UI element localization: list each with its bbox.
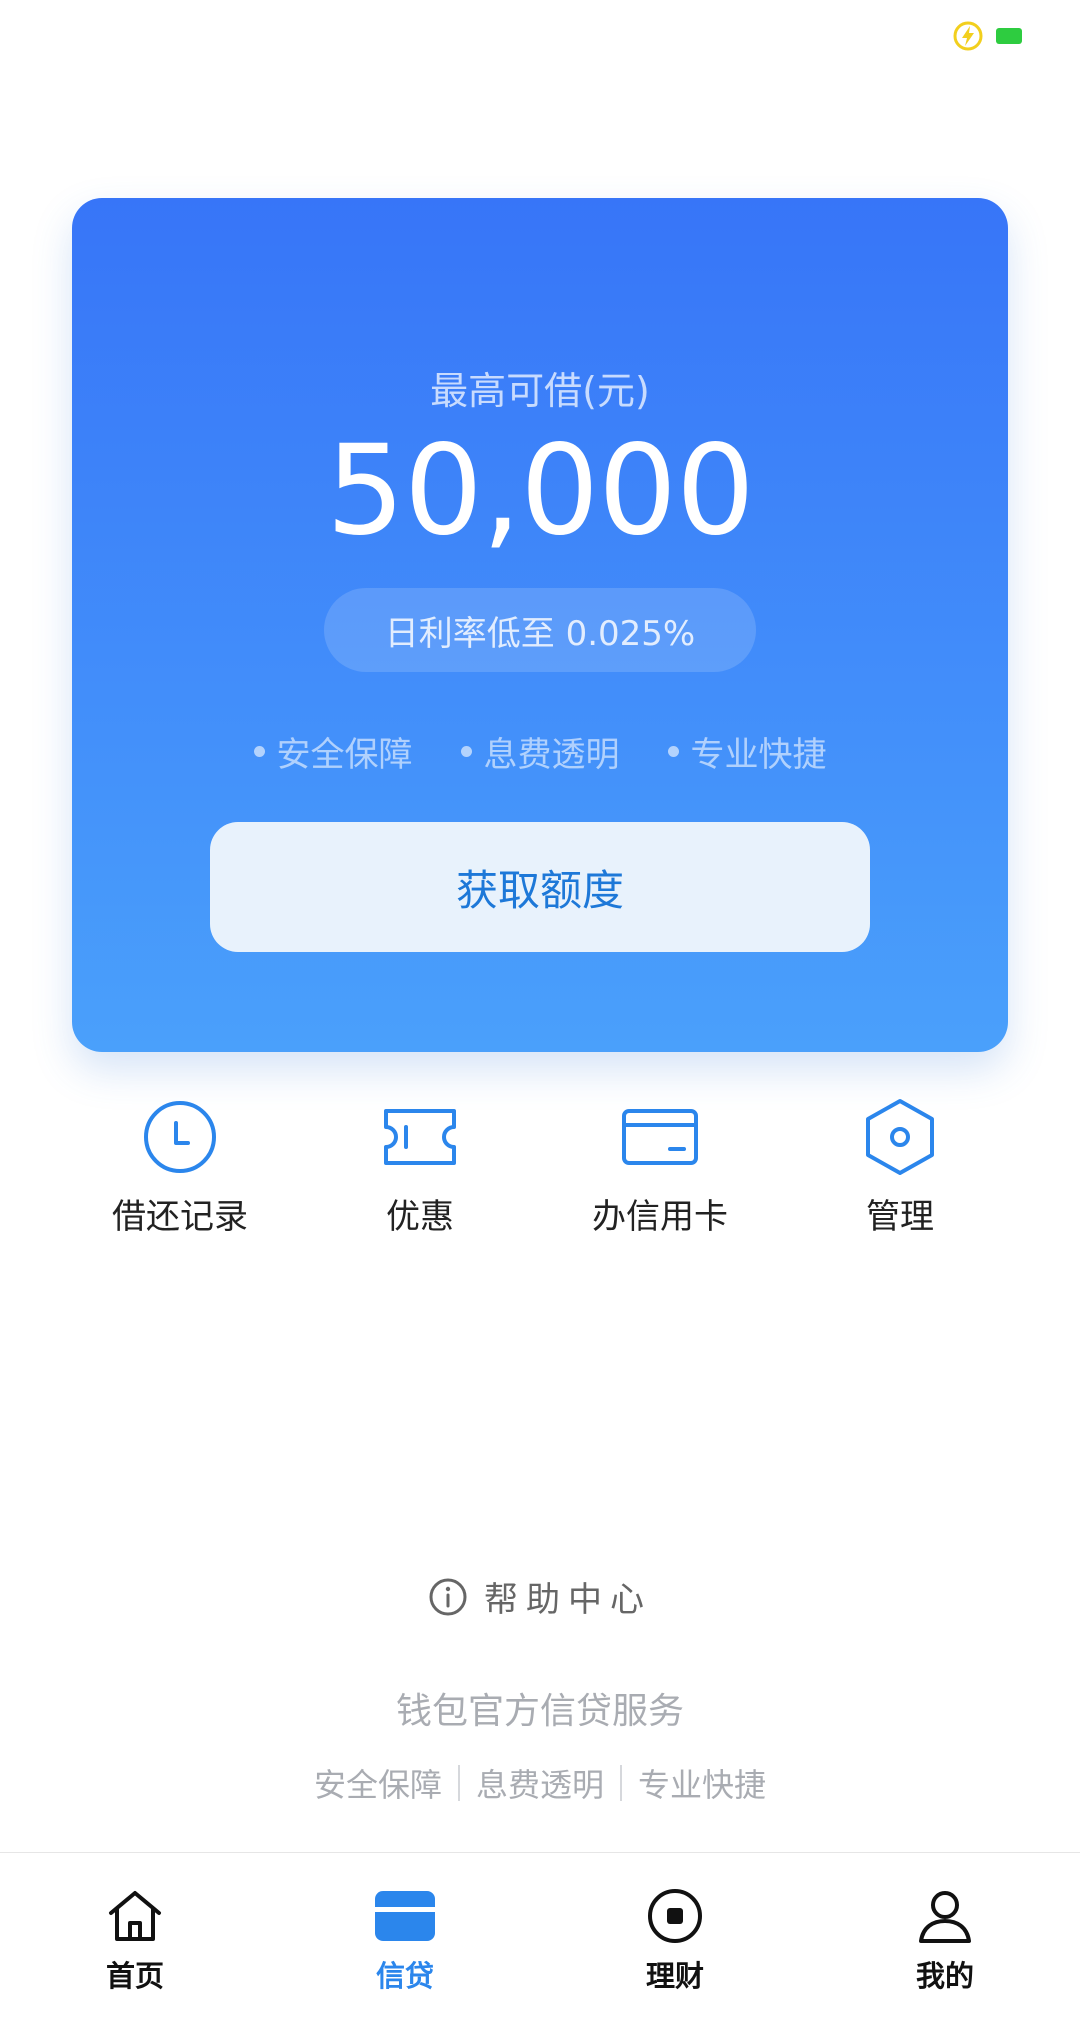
bullet-dot	[253, 745, 265, 757]
action-label: 办信用卡	[592, 1197, 728, 1237]
charging-icon	[953, 21, 983, 51]
footer-tags: 安全保障 息费透明 专业快捷	[0, 1760, 1080, 1806]
feature-item: 专业快捷	[667, 726, 827, 776]
user-icon	[919, 1891, 971, 1943]
feature-item: 息费透明	[460, 726, 620, 776]
footer-tag: 息费透明	[475, 1766, 604, 1804]
card-icon	[375, 1891, 435, 1941]
action-coupons[interactable]: 优惠	[300, 1095, 540, 1245]
coupon-icon	[384, 1109, 456, 1165]
bullet-dot	[667, 745, 679, 757]
tag-divider	[620, 1765, 622, 1801]
action-label: 优惠	[386, 1197, 454, 1237]
action-label: 借还记录	[112, 1197, 248, 1237]
battery-icon	[996, 28, 1022, 44]
tab-credit[interactable]: 信贷	[305, 1853, 505, 2034]
bottom-nav: 首页 信贷 理财 我的	[0, 1852, 1080, 2034]
settings-hexagon-icon	[866, 1099, 934, 1175]
tab-label: 首页	[105, 1959, 164, 1993]
feature-label: 安全保障	[276, 734, 413, 775]
feature-label: 息费透明	[483, 734, 620, 775]
footer-tag: 专业快捷	[638, 1766, 767, 1804]
footer-title: 钱包官方信贷服务	[395, 1691, 684, 1732]
feature-list: 安全保障 息费透明 专业快捷	[72, 726, 1008, 776]
bullet-dot	[460, 745, 472, 757]
tab-label: 理财	[645, 1959, 704, 1993]
get-credit-limit-button[interactable]: 获取额度	[210, 822, 870, 952]
status-bar	[0, 0, 1080, 70]
credit-page: 最高可借(元) 50,000 日利率低至 0.025% 安全保障 息费透明 专业…	[0, 0, 1080, 2034]
credit-limit-card: 最高可借(元) 50,000 日利率低至 0.025% 安全保障 息费透明 专业…	[72, 198, 1008, 1052]
clock-icon	[144, 1101, 216, 1173]
footer-tag: 安全保障	[313, 1766, 442, 1804]
action-apply-credit-card[interactable]: 办信用卡	[540, 1095, 780, 1245]
credit-card-icon	[622, 1109, 698, 1165]
quick-actions: 借还记录 优惠 办信用卡 管理	[60, 1095, 1020, 1245]
tab-wealth[interactable]: 理财	[575, 1853, 775, 2034]
wealth-icon	[648, 1889, 702, 1943]
tab-label: 信贷	[375, 1959, 434, 1993]
limit-amount: 50,000	[326, 419, 755, 563]
feature-label: 专业快捷	[690, 734, 827, 775]
tab-me[interactable]: 我的	[845, 1853, 1045, 2034]
home-icon	[109, 1891, 161, 1941]
limit-label: 最高可借(元)	[430, 369, 650, 413]
tab-home[interactable]: 首页	[35, 1853, 235, 2034]
interest-rate-badge: 日利率低至 0.025%	[324, 588, 756, 672]
tab-label: 我的	[915, 1959, 974, 1993]
feature-item: 安全保障	[253, 726, 413, 776]
action-manage[interactable]: 管理	[780, 1095, 1020, 1245]
tag-divider	[457, 1765, 460, 1801]
info-icon	[429, 1578, 467, 1615]
help-center-label: 帮助中心	[484, 1580, 652, 1620]
action-borrow-records[interactable]: 借还记录	[60, 1095, 300, 1245]
help-center-link[interactable]: 帮助中心	[0, 1572, 1080, 1621]
action-label: 管理	[866, 1197, 934, 1237]
